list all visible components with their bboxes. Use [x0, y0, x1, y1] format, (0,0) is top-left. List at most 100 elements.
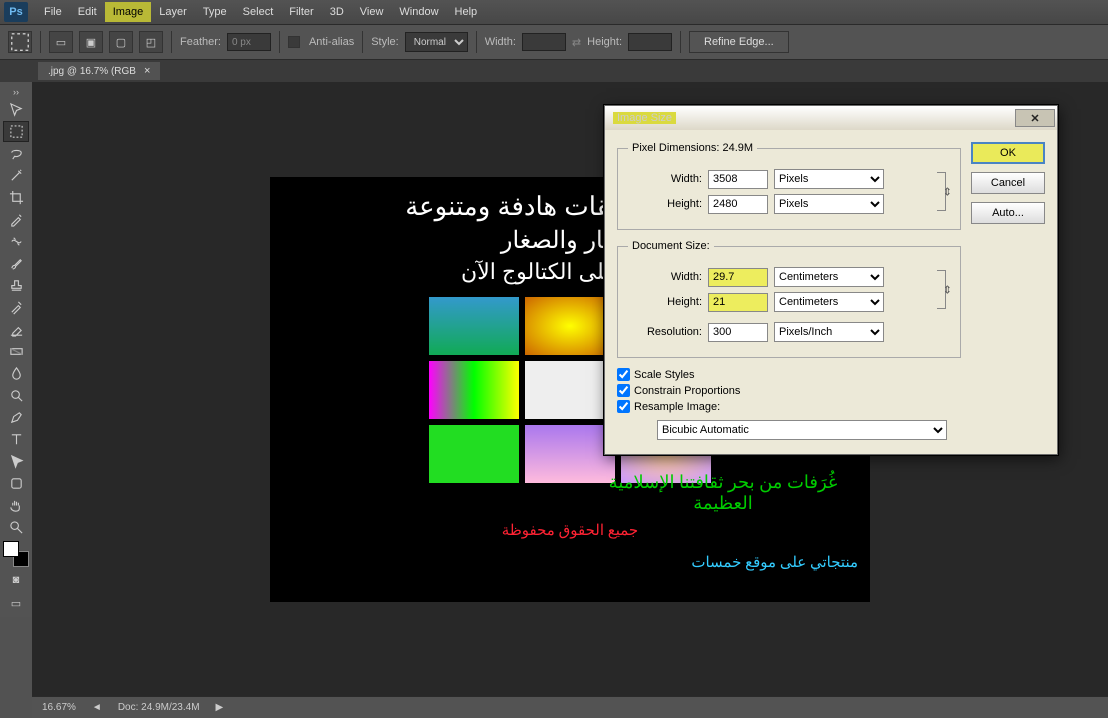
zoom-level[interactable]: 16.67%	[32, 702, 86, 713]
resample-method-select[interactable]: Bicubic Automatic	[657, 420, 947, 440]
scale-styles-checkbox[interactable]	[617, 368, 630, 381]
menu-layer[interactable]: Layer	[151, 2, 195, 22]
opt-width-input	[522, 33, 566, 51]
doc-width-unit[interactable]: Centimeters	[774, 267, 884, 287]
thumb-4	[429, 361, 519, 419]
doc-height-unit[interactable]: Centimeters	[774, 292, 884, 312]
patch-tool[interactable]	[3, 231, 29, 252]
doc-width-label: Width:	[628, 271, 702, 283]
constrain-checkbox[interactable]	[617, 384, 630, 397]
image-size-dialog: Image Size ✕ Pixel Dimensions: 24.9M Wid…	[604, 105, 1058, 455]
selection-new-icon[interactable]: ▭	[49, 31, 73, 53]
status-arrow-left-icon[interactable]: ◄	[86, 702, 108, 713]
menu-file[interactable]: File	[36, 2, 70, 22]
quickmask-icon[interactable]: ◙	[3, 570, 29, 590]
px-width-input[interactable]	[708, 170, 768, 189]
lasso-tool[interactable]	[3, 143, 29, 164]
zoom-tool[interactable]	[3, 517, 29, 538]
move-tool[interactable]	[3, 99, 29, 120]
cancel-button[interactable]: Cancel	[971, 172, 1045, 194]
doc-height-input[interactable]	[708, 293, 768, 312]
refine-edge-button[interactable]: Refine Edge...	[689, 31, 789, 53]
app-logo: Ps	[4, 2, 28, 22]
px-height-unit[interactable]: Pixels	[774, 194, 884, 214]
document-size-legend: Document Size:	[628, 240, 714, 252]
gradient-tool[interactable]	[3, 341, 29, 362]
menu-filter[interactable]: Filter	[281, 2, 321, 22]
path-select-tool[interactable]	[3, 451, 29, 472]
resolution-input[interactable]	[708, 323, 768, 342]
scale-styles-label: Scale Styles	[634, 369, 695, 381]
crop-tool[interactable]	[3, 187, 29, 208]
canvas-green-text: غُرَفات من بحر ثقافتنا الإسلامية العظيمة	[588, 472, 858, 514]
stamp-tool[interactable]	[3, 275, 29, 296]
resolution-label: Resolution:	[628, 326, 702, 338]
px-height-input[interactable]	[708, 195, 768, 214]
opt-height-input	[628, 33, 672, 51]
marquee-preset-icon[interactable]	[8, 31, 32, 53]
pen-tool[interactable]	[3, 407, 29, 428]
color-swatches[interactable]	[3, 541, 29, 567]
px-width-unit[interactable]: Pixels	[774, 169, 884, 189]
menu-image[interactable]: Image	[105, 2, 152, 22]
document-size-group: Document Size: Width: Centimeters Height…	[617, 240, 961, 358]
selection-subtract-icon[interactable]: ▢	[109, 31, 133, 53]
link-icon[interactable]: ⇕	[943, 283, 952, 296]
menu-select[interactable]: Select	[235, 2, 282, 22]
resolution-unit[interactable]: Pixels/Inch	[774, 322, 884, 342]
canvas-blue-text: منتجاتي على موقع خمسات	[691, 553, 858, 572]
hand-tool[interactable]	[3, 495, 29, 516]
resample-checkbox[interactable]	[617, 400, 630, 413]
doc-height-label: Height:	[628, 296, 702, 308]
menu-help[interactable]: Help	[447, 2, 486, 22]
blur-tool[interactable]	[3, 363, 29, 384]
close-icon[interactable]: ×	[144, 65, 150, 77]
fg-color-swatch[interactable]	[3, 541, 19, 557]
doc-link-bracket: ⇕	[932, 262, 950, 317]
menu-edit[interactable]: Edit	[70, 2, 105, 22]
wand-tool[interactable]	[3, 165, 29, 186]
link-icon[interactable]: ⇕	[943, 185, 952, 198]
document-tab[interactable]: .jpg @ 16.7% (RGB ×	[38, 62, 160, 80]
selection-add-icon[interactable]: ▣	[79, 31, 103, 53]
screenmode-icon[interactable]: ▭	[3, 593, 29, 613]
ok-button[interactable]: OK	[971, 142, 1045, 164]
document-tab-row: .jpg @ 16.7% (RGB ×	[0, 60, 1108, 82]
dialog-title: Image Size	[613, 112, 676, 124]
brush-tool[interactable]	[3, 253, 29, 274]
auto-button[interactable]: Auto...	[971, 202, 1045, 224]
dialog-titlebar[interactable]: Image Size ✕	[605, 106, 1057, 130]
doc-width-input[interactable]	[708, 268, 768, 287]
thumb-2	[525, 297, 615, 355]
opt-width-label: Width:	[485, 36, 516, 48]
style-select[interactable]: Normal	[405, 32, 468, 52]
resample-label: Resample Image:	[634, 401, 720, 413]
options-bar: ▭ ▣ ▢ ◰ Feather: Anti-alias Style: Norma…	[0, 25, 1108, 60]
dialog-close-button[interactable]: ✕	[1015, 109, 1055, 127]
pixel-dimensions-legend: Pixel Dimensions: 24.9M	[628, 142, 757, 154]
menu-view[interactable]: View	[352, 2, 392, 22]
type-tool[interactable]	[3, 429, 29, 450]
dodge-tool[interactable]	[3, 385, 29, 406]
opt-height-label: Height:	[587, 36, 622, 48]
canvas-red-text: جميع الحقوق محفوظة	[502, 521, 638, 540]
shape-tool[interactable]	[3, 473, 29, 494]
feather-input[interactable]	[227, 33, 271, 51]
menu-3d[interactable]: 3D	[322, 2, 352, 22]
menu-window[interactable]: Window	[391, 2, 446, 22]
status-arrow-right-icon[interactable]: ▶	[210, 702, 230, 713]
marquee-tool[interactable]	[3, 121, 29, 142]
constrain-label: Constrain Proportions	[634, 385, 740, 397]
eraser-tool[interactable]	[3, 319, 29, 340]
history-brush-tool[interactable]	[3, 297, 29, 318]
selection-intersect-icon[interactable]: ◰	[139, 31, 163, 53]
swap-icon: ⇄	[572, 36, 581, 49]
doc-info: Doc: 24.9M/23.4M	[108, 702, 210, 713]
thumb-1	[429, 297, 519, 355]
eyedropper-tool[interactable]	[3, 209, 29, 230]
px-width-label: Width:	[628, 173, 702, 185]
menu-type[interactable]: Type	[195, 2, 235, 22]
toolbox-collapse-icon[interactable]: ››	[0, 86, 32, 98]
px-link-bracket: ⇕	[932, 164, 950, 219]
pixel-dimensions-group: Pixel Dimensions: 24.9M Width: Pixels He…	[617, 142, 961, 230]
